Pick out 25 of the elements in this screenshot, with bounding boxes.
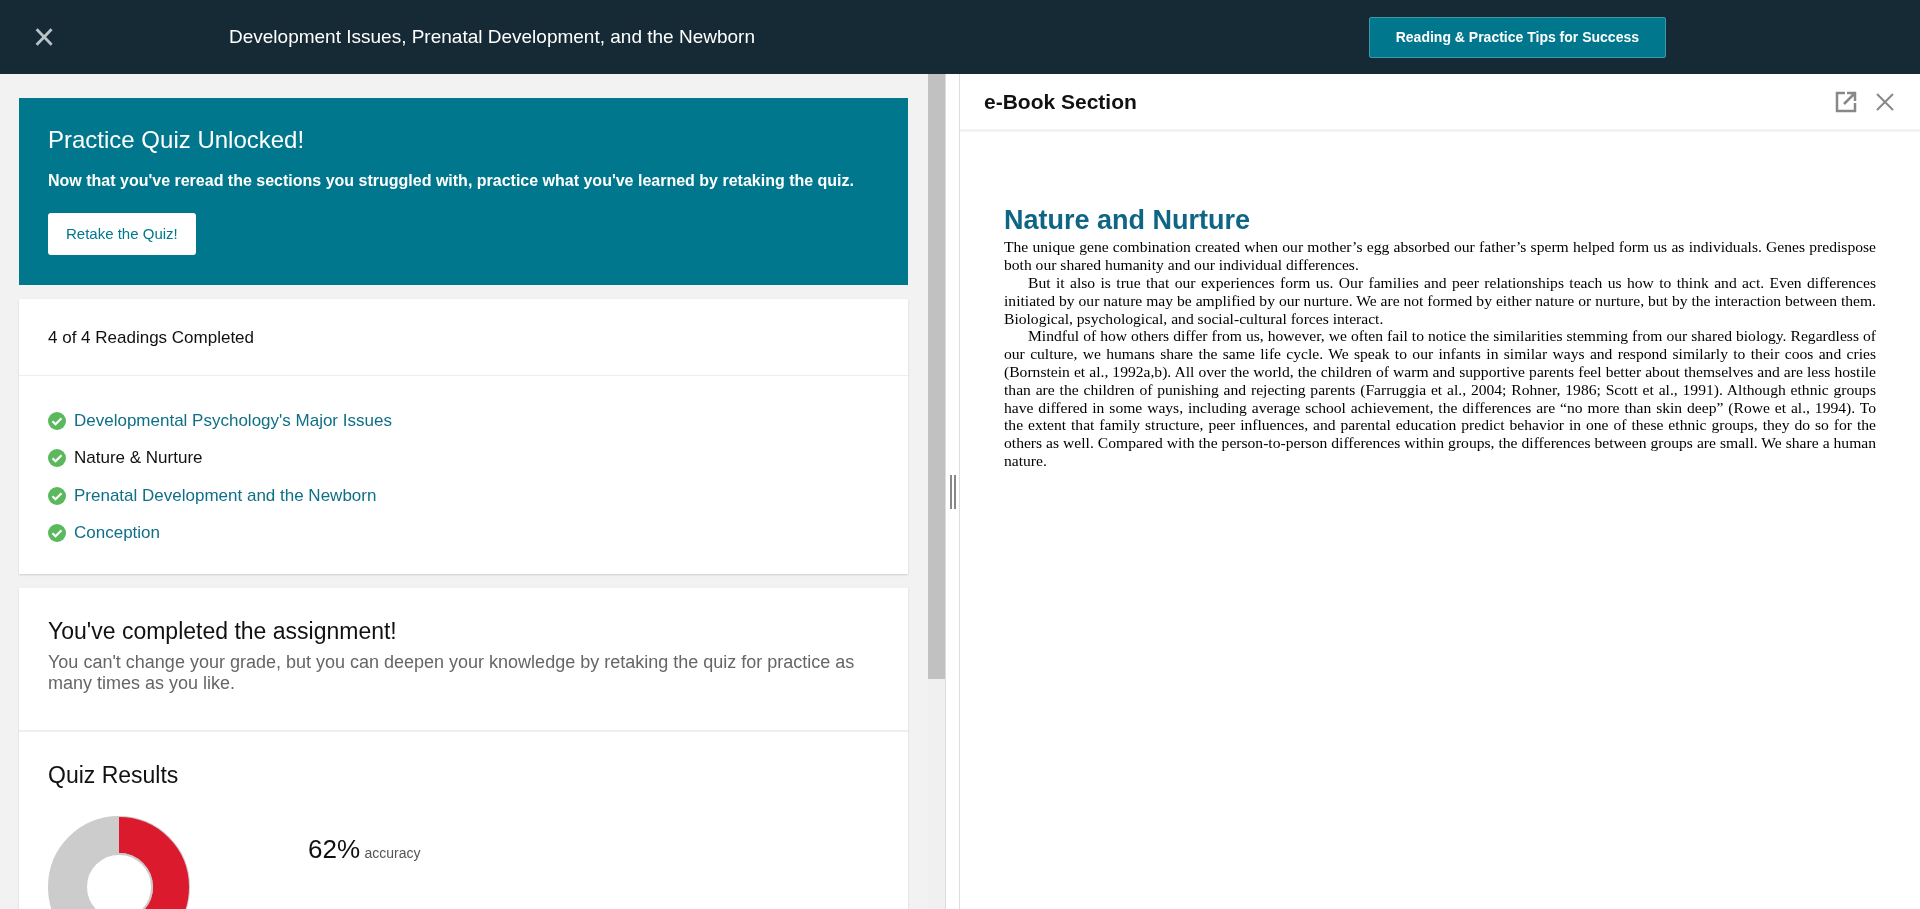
readings-summary: 4 of 4 Readings Completed — [48, 328, 255, 348]
page-title: Development Issues, Prenatal Development, and the Newborn — [229, 24, 755, 49]
current-reading: Nature & Nurture — [74, 447, 203, 470]
banner-title: Practice Quiz Unlocked! — [48, 126, 306, 155]
article-paragraph: The unique gene combination created when our mother’s egg absorbed our father’s sperm helped form us as individuals. Genes predispose both our shared humanity and our individual differences. — [1004, 238, 1876, 274]
scrollbar-thumb[interactable] — [928, 74, 945, 679]
close-icon[interactable] — [1874, 90, 1896, 113]
reading-link[interactable]: Prenatal Development and the Newborn — [74, 482, 377, 509]
reading-link[interactable]: Developmental Psychology's Major Issues — [74, 407, 392, 434]
retake-quiz-button[interactable]: Retake the Quiz! — [48, 212, 196, 256]
article-paragraph: But it also is true that our experiences form us. Our families and peer relationships teach us how to think and act. Even differences initiated by our nature may be amplified by our nurture. We are not formed by either nature or nurture, but by the interaction between them. Biological, psychological, and social-cultural forces interact. — [1004, 274, 1876, 328]
article-heading: Nature and Nurture — [1004, 204, 1252, 237]
quiz-results-title: Quiz Results — [48, 760, 180, 790]
external-link-icon[interactable] — [1834, 89, 1858, 114]
close-button[interactable]: × — [24, 18, 64, 56]
accuracy-label: accuracy — [364, 845, 421, 862]
drag-handle-icon[interactable] — [949, 474, 956, 509]
accuracy-percent: 62% — [308, 834, 361, 865]
completion-title: You've completed the assignment! — [48, 616, 398, 646]
article-paragraph: Mindful of how others differ from us, however, we often fail to notice the similarities stemming from our shared biology. Regardless of our culture, we humans share the same life cycle. We speak to our infants in similar ways and respond similarly to their coos and cries (Bornstein et al., 1992a,b). All over the world, the children of warm and supportive parents feel better about themselves and are less hostile than are the children of punishing and rejecting parents (Farruggia et al., 2004; Rohner, 1986; Scott et al., 1991). Although ethnic groups have differed in some ways, including average school achievement, the differences are “no more than skin deep” (Rowe et al., 1994). To the extent that family structure, peer influences, and parental education predict behavior in one of these ethnic groups, they do so for the others as well. Compared with the person-to-person differences within groups, the differences between groups are small. We share a human nature. — [1004, 327, 1876, 470]
completion-message: You can't change your grade, but you can deepen your knowledge by retaking the quiz for practice as many times as you like. — [48, 652, 856, 694]
reading-link[interactable]: Conception — [74, 520, 160, 546]
panel-title: e-Book Section — [984, 88, 1137, 115]
tips-button[interactable]: Reading & Practice Tips for Success — [1368, 16, 1666, 58]
banner-message: Now that you've reread the sections you struggled with, practice what you've learned by retaking the quiz. — [48, 170, 855, 191]
